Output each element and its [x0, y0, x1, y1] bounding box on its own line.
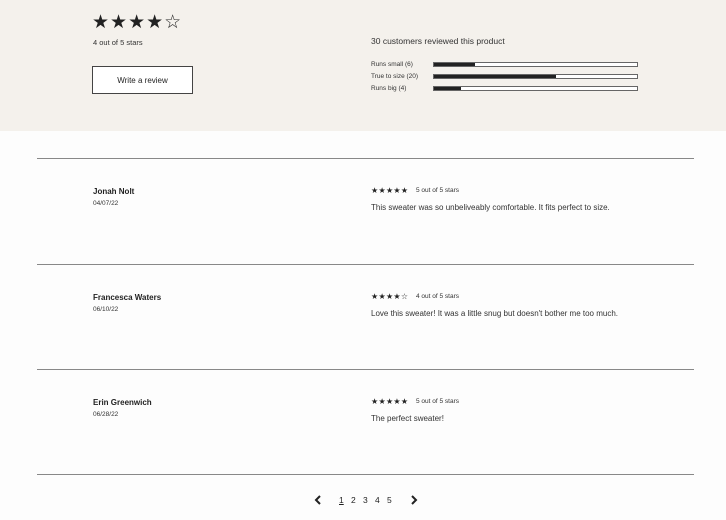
review-body: Love this sweater! It was a little snug … — [371, 309, 618, 318]
fit-row-runs-big: Runs big (4) — [371, 84, 639, 94]
review-body: The perfect sweater! — [371, 414, 444, 423]
review-rating-text: 5 out of 5 stars — [416, 187, 459, 194]
review-date: 04/07/22 — [93, 200, 119, 207]
fit-bar — [433, 86, 638, 91]
divider — [37, 474, 694, 475]
average-star-rating: ★★★★☆ — [92, 11, 183, 33]
write-review-button[interactable]: Write a review — [92, 66, 193, 94]
review-star-rating: ★★★★★ — [371, 397, 409, 406]
reviewer-name: Francesca Waters — [93, 293, 162, 302]
fit-bar — [433, 62, 638, 67]
pagination: 1 2 3 4 5 — [0, 493, 726, 507]
fit-label: Runs big (4) — [371, 85, 407, 92]
review-date: 06/10/22 — [93, 306, 119, 313]
page-link-4[interactable]: 4 — [375, 493, 380, 507]
fit-row-runs-small: Runs small (6) — [371, 60, 639, 70]
fit-row-true-to-size: True to size (20) — [371, 72, 639, 82]
fit-label: True to size (20) — [371, 73, 419, 80]
review-summary: ★★★★☆ 4 out of 5 stars Write a review 30… — [0, 0, 726, 131]
chevron-right-icon[interactable] — [408, 494, 420, 506]
divider — [37, 158, 694, 159]
page-link-1[interactable]: 1 — [339, 493, 344, 507]
review-rating-text: 5 out of 5 stars — [416, 398, 459, 405]
fit-bar-fill — [434, 87, 461, 90]
fit-bar — [433, 74, 638, 79]
reviewer-name: Erin Greenwich — [93, 398, 152, 407]
chevron-left-icon[interactable] — [312, 494, 324, 506]
page-link-5[interactable]: 5 — [387, 493, 392, 507]
average-rating-text: 4 out of 5 stars — [93, 38, 143, 47]
fit-bar-fill — [434, 63, 475, 66]
reviewer-name: Jonah Nolt — [93, 187, 135, 196]
page-link-3[interactable]: 3 — [363, 493, 368, 507]
page-link-2[interactable]: 2 — [351, 493, 356, 507]
fit-label: Runs small (6) — [371, 61, 413, 68]
review-rating-text: 4 out of 5 stars — [416, 293, 459, 300]
review-count: 30 customers reviewed this product — [371, 36, 505, 46]
review-star-rating: ★★★★★ — [371, 186, 409, 195]
review-star-rating: ★★★★☆ — [371, 292, 409, 301]
review-body: This sweater was so unbeliveably comfort… — [371, 203, 610, 212]
review-date: 06/28/22 — [93, 411, 119, 418]
fit-bar-fill — [434, 75, 556, 78]
divider — [37, 369, 694, 370]
divider — [37, 264, 694, 265]
